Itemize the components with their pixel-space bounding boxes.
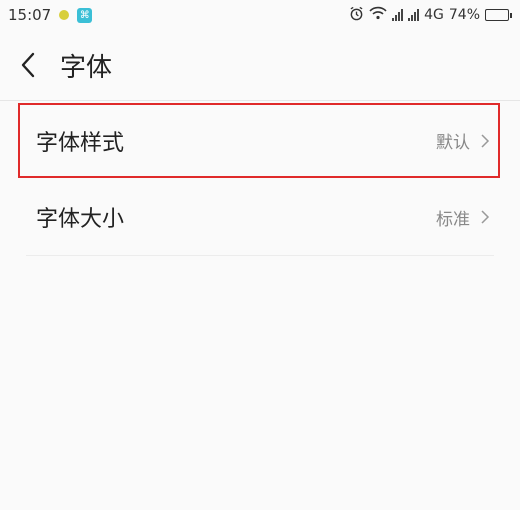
battery-icon <box>485 9 512 21</box>
alarm-icon <box>349 6 364 25</box>
signal-icon <box>392 9 404 21</box>
chevron-left-icon <box>21 52 35 78</box>
wifi-icon <box>369 6 387 24</box>
status-bar: 15:07 ⌘ 4G 74% <box>0 0 520 30</box>
app-notification-icon: ⌘ <box>77 7 93 23</box>
font-style-label: 字体样式 <box>36 130 125 156</box>
network-type: 4G <box>424 7 444 23</box>
signal-icon-2 <box>408 9 420 21</box>
font-size-row[interactable]: 字体大小 标准 <box>0 178 520 256</box>
back-button[interactable] <box>0 30 56 100</box>
font-style-value-group: 默认 <box>436 128 490 153</box>
chevron-right-icon <box>481 210 490 224</box>
settings-list: 字体样式 默认 字体大小 标准 <box>0 100 520 256</box>
title-bar: 字体 <box>0 30 520 100</box>
battery-percent: 74% <box>448 7 480 23</box>
font-size-value: 标准 <box>436 209 470 230</box>
font-style-row[interactable]: 字体样式 默认 <box>18 103 500 178</box>
font-style-value: 默认 <box>436 133 470 153</box>
notification-dot-icon <box>59 10 70 20</box>
page-title: 字体 <box>60 52 113 83</box>
font-size-label: 字体大小 <box>36 207 125 232</box>
status-time: 15:07 <box>8 6 52 24</box>
font-size-value-group: 标准 <box>436 205 490 230</box>
status-right: 4G 74% <box>349 6 512 25</box>
status-left: 15:07 ⌘ <box>8 6 93 24</box>
chevron-right-icon <box>481 133 490 148</box>
row-divider <box>26 255 494 256</box>
